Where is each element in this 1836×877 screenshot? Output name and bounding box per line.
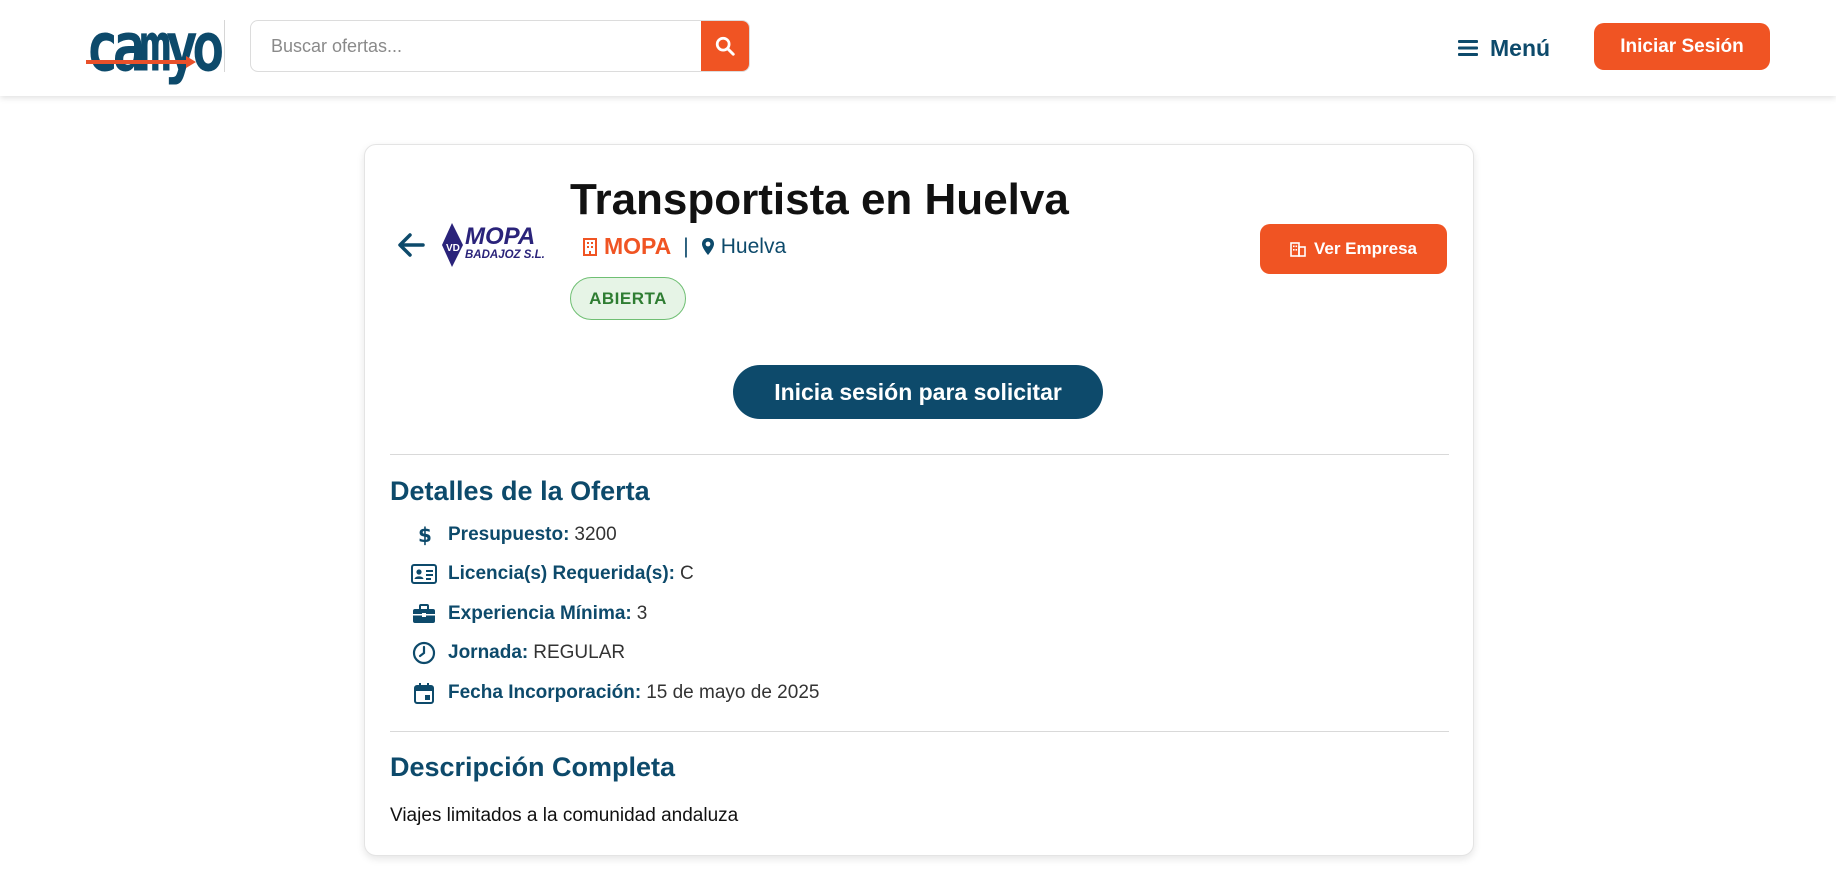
detail-start-date: Fecha Incorporación: 15 de mayo de 2025 [410, 673, 819, 713]
search-bar [250, 20, 750, 72]
detail-schedule: Jornada: REGULAR [410, 634, 819, 674]
view-company-label: Ver Empresa [1313, 239, 1417, 258]
detail-label: Experiencia Mínima: [448, 602, 632, 624]
building-icon [583, 237, 597, 256]
detail-label: Presupuesto: [448, 523, 570, 545]
job-meta: MOPA | Huelva [582, 233, 786, 260]
id-card-icon [410, 560, 438, 588]
description-section-title: Descripción Completa [390, 752, 676, 782]
svg-text:VD: VD [446, 243, 460, 254]
login-button[interactable]: Iniciar Sesión [1594, 23, 1770, 70]
svg-text:$: $ [418, 524, 432, 546]
job-title: Transportista en Huelva [570, 175, 1069, 224]
back-button[interactable] [395, 229, 427, 261]
camyo-logo[interactable]: camyo [86, 8, 225, 87]
top-navbar: camyo Menú Iniciar Sesión [0, 0, 1836, 96]
search-icon [715, 36, 735, 56]
company-logo-name: MOPA [465, 223, 535, 250]
logo-text: camyo [86, 8, 225, 87]
header-divider [224, 20, 225, 72]
job-offer-card: VD MOPA BADAJOZ S.L. Transportista en Hu… [364, 144, 1474, 856]
detail-value: C [680, 563, 694, 585]
detail-experience: Experiencia Mínima: 3 [410, 594, 819, 634]
logo-underline [86, 60, 190, 64]
status-badge: ABIERTA [570, 277, 686, 320]
arrow-left-icon [398, 233, 425, 257]
dollar-icon: $ [410, 521, 438, 549]
apply-login-button[interactable]: Inicia sesión para solicitar [733, 365, 1103, 419]
detail-label: Licencia(s) Requerida(s): [448, 563, 675, 585]
search-button[interactable] [701, 21, 749, 71]
details-list: $ Presupuesto: 3200 Licencia(s) Requerid… [410, 515, 819, 713]
detail-label: Fecha Incorporación: [448, 681, 642, 703]
company-logo-subtitle: BADAJOZ S.L. [465, 249, 545, 261]
briefcase-icon [410, 600, 438, 628]
job-location: Huelva [720, 234, 787, 258]
calendar-icon [410, 679, 438, 707]
building-icon [1290, 242, 1306, 257]
company-name-link[interactable]: MOPA [604, 233, 671, 260]
detail-value: 15 de mayo de 2025 [646, 681, 820, 703]
detail-value: 3200 [574, 523, 617, 545]
details-section-title: Detalles de la Oferta [390, 476, 650, 506]
hamburger-icon [1458, 40, 1478, 56]
clock-icon [410, 639, 438, 667]
view-company-button[interactable]: Ver Empresa [1260, 224, 1447, 274]
divider [390, 731, 1449, 732]
map-pin-icon [701, 237, 714, 255]
detail-license: Licencia(s) Requerida(s): C [410, 555, 819, 595]
detail-budget: $ Presupuesto: 3200 [410, 515, 819, 555]
divider [390, 454, 1449, 455]
description-text: Viajes limitados a la comunidad andaluza [390, 805, 739, 826]
detail-value: 3 [636, 602, 648, 624]
search-input[interactable] [251, 21, 703, 71]
detail-label: Jornada: [448, 642, 529, 664]
menu-label: Menú [1490, 34, 1551, 61]
company-logo: VD MOPA BADAJOZ S.L. [441, 221, 553, 271]
meta-separator: | [683, 234, 689, 258]
detail-value: REGULAR [533, 642, 626, 664]
menu-button[interactable]: Menú [1458, 30, 1550, 66]
logo-arrow [186, 56, 196, 68]
